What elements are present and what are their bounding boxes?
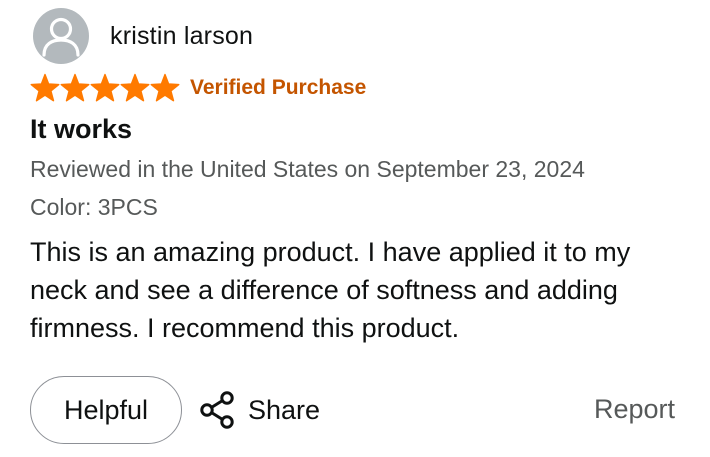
star-icon [60, 73, 90, 102]
review-title: It works [30, 114, 133, 144]
share-button[interactable]: Share [198, 390, 320, 430]
star-rating[interactable] [30, 73, 180, 103]
review-actions: Helpful Share Report [30, 376, 675, 446]
star-icon [90, 73, 120, 102]
reviewer-name[interactable]: kristin larson [110, 22, 253, 51]
report-link[interactable]: Report [594, 394, 675, 425]
avatar[interactable] [33, 8, 89, 64]
helpful-button[interactable]: Helpful [30, 376, 182, 444]
review-date: Reviewed in the United States on Septemb… [30, 156, 585, 182]
star-icon [150, 73, 180, 102]
reviewer-profile[interactable]: kristin larson [33, 8, 253, 64]
star-icon [120, 73, 150, 102]
star-icon [30, 73, 60, 102]
rating-row: Verified Purchase [30, 73, 366, 103]
review-card: kristin larson Verified Purchase It work… [0, 0, 710, 457]
share-icon [200, 391, 234, 429]
share-label: Share [248, 394, 321, 425]
verified-purchase-badge[interactable]: Verified Purchase [190, 76, 366, 100]
review-body: This is an amazing product. I have appli… [30, 237, 631, 343]
person-icon [42, 17, 80, 57]
review-variant: Color: 3PCS [30, 194, 158, 220]
